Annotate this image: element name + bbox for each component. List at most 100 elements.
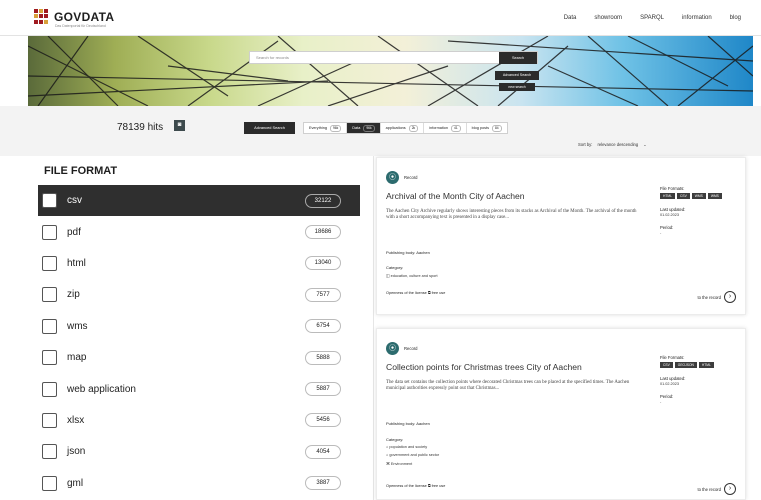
nav-sparql[interactable]: SPARQL	[640, 15, 664, 21]
filter-item-csv[interactable]: csv 32122	[38, 185, 360, 217]
filter-checkbox[interactable]	[42, 444, 57, 460]
filter-item-map[interactable]: map 5888	[38, 341, 360, 374]
filter-count: 7577	[305, 287, 341, 302]
sort-label: Sort by:	[578, 142, 593, 147]
format-badge: WMS	[691, 193, 706, 199]
chevron-down-icon: ⌄	[643, 142, 647, 147]
filter-checkbox[interactable]	[42, 193, 57, 209]
period-value: -	[660, 400, 662, 404]
filter-label: gml	[67, 477, 84, 489]
to-record-link[interactable]: to the record ›	[697, 291, 736, 303]
tab-everything[interactable]: Everything 96k	[304, 123, 348, 133]
category-icon: ◫	[386, 274, 390, 278]
category-label: Category:	[386, 437, 404, 442]
license-label: Openness of the license	[386, 484, 427, 488]
record-description: The data set contains the collection poi…	[386, 380, 630, 392]
main-nav: Data showroom SPARQL information blog	[564, 15, 741, 21]
results-toolbar: 78139 hits ◙ Advanced Search Everything …	[0, 106, 761, 156]
record-type: Record	[404, 175, 418, 180]
record-title[interactable]: Collection points for Christmas trees Ci…	[386, 362, 582, 372]
filter-checkbox[interactable]	[42, 224, 57, 240]
filter-checkbox[interactable]	[42, 318, 57, 334]
search-input[interactable]: Search for records	[249, 51, 538, 64]
result-type-tabs: Everything 96k Data 96k applications 2k …	[303, 122, 508, 134]
file-formats-label: File Formats:	[660, 355, 685, 360]
rss-feed-icon[interactable]: ◙	[174, 120, 185, 131]
filter-item-zip[interactable]: zip 7577	[38, 279, 360, 311]
tab-data[interactable]: Data 96k	[347, 123, 381, 133]
file-formats-label: File Formats:	[660, 186, 685, 191]
new-search-button[interactable]: new search	[499, 83, 535, 91]
advanced-search-toggle[interactable]: Advanced Search	[244, 122, 295, 134]
category-text: Environment	[390, 462, 413, 466]
license-info: Openness of the license ⧉ free use	[386, 484, 445, 488]
format-badge: WMS	[707, 193, 722, 199]
filter-checkbox[interactable]	[42, 475, 57, 491]
filter-checkbox[interactable]	[42, 412, 57, 428]
filter-label: zip	[67, 289, 80, 301]
filter-count: 6754	[305, 319, 341, 334]
filter-item-html[interactable]: html 13040	[38, 247, 360, 280]
tab-label: Data	[352, 126, 361, 130]
publishing-body: Publishing body: Aachen	[386, 421, 430, 426]
search-button[interactable]: Search	[499, 52, 537, 64]
record-icon: ⦿	[386, 171, 399, 184]
filter-item-xlsx[interactable]: xlsx 5456	[38, 404, 360, 437]
to-record-link[interactable]: to the record ›	[697, 483, 736, 495]
nav-showroom[interactable]: showroom	[594, 15, 622, 21]
category-icon: ⌘	[386, 462, 390, 466]
result-card[interactable]: ⦿ Record Archival of the Month City of A…	[376, 157, 746, 315]
sort-value: relevance descending	[597, 142, 639, 147]
filter-count: 13040	[305, 256, 341, 271]
filter-count: 5456	[305, 413, 341, 428]
period-value: -	[660, 231, 662, 235]
free-use-icon: ⧉	[427, 484, 431, 488]
filter-checkbox[interactable]	[42, 255, 57, 271]
govdata-logo[interactable]: GOVDATA	[34, 9, 114, 24]
filter-checkbox[interactable]	[42, 350, 57, 366]
filter-checkbox[interactable]	[42, 287, 57, 303]
result-card[interactable]: ⦿ Record Collection points for Christmas…	[376, 328, 746, 500]
filter-checkbox[interactable]	[42, 381, 57, 397]
nav-data[interactable]: Data	[564, 15, 577, 21]
tab-label: blog posts	[471, 126, 489, 130]
filter-item-json[interactable]: json 4054	[38, 436, 360, 468]
category-text: government and public sector	[389, 453, 440, 457]
category-item: ⌂ population and society	[386, 445, 427, 449]
tab-label: information	[429, 126, 448, 130]
nav-information[interactable]: information	[682, 15, 712, 21]
filter-title: FILE FORMAT	[44, 165, 118, 177]
filter-item-wms[interactable]: wms 6754	[38, 310, 360, 342]
filter-label: web application	[67, 383, 136, 395]
record-meta: File Formats: CSV GEOJSON HTML Last upda…	[660, 355, 714, 404]
license-label: Openness of the license	[386, 291, 427, 295]
filter-count: 5887	[305, 382, 341, 397]
filter-item-gml[interactable]: gml 3887	[38, 467, 360, 499]
last-updated-value: 01.02.2023	[660, 382, 680, 386]
filter-count: 5888	[305, 350, 341, 365]
free-use-icon: ⧉	[427, 291, 431, 295]
logo-grid-icon	[34, 9, 49, 24]
record-type: Record	[404, 346, 418, 351]
advanced-search-button[interactable]: Advanced Search	[495, 71, 539, 80]
nav-blog[interactable]: blog	[730, 15, 741, 21]
record-title[interactable]: Archival of the Month City of Aachen	[386, 191, 525, 201]
tab-information[interactable]: information 41	[424, 123, 467, 133]
filter-item-web-application[interactable]: web application 5887	[38, 373, 360, 405]
sort-control[interactable]: Sort by: relevance descending ⌄	[578, 142, 647, 147]
tab-label: Everything	[309, 126, 327, 130]
tab-blog-posts[interactable]: blog posts 84	[467, 123, 507, 133]
period-label: Period:	[660, 394, 674, 399]
record-description: The Aachen City Archive regularly shows …	[386, 209, 637, 221]
license-value: free use	[431, 484, 446, 488]
tab-count: 96k	[329, 124, 342, 132]
tab-applications[interactable]: applications 2k	[381, 123, 425, 133]
arrow-right-icon: ›	[724, 291, 736, 303]
category-icon: ⌂	[386, 445, 389, 449]
filter-count: 18686	[305, 225, 341, 240]
filter-count: 4054	[305, 444, 341, 459]
tab-count: 41	[450, 124, 461, 132]
file-format-badges: CSV GEOJSON HTML	[660, 362, 714, 368]
filter-item-pdf[interactable]: pdf 18686	[38, 216, 360, 248]
hero-network-graphic	[28, 36, 753, 106]
